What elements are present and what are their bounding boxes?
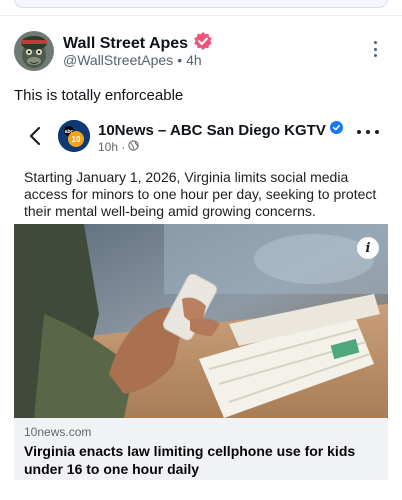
source-name-row: 10News – ABC San Diego KGTV	[98, 121, 343, 139]
source-meta: 10h ·	[98, 140, 139, 154]
meta-separator: •	[177, 52, 183, 68]
link-preview-card[interactable]: 10news.com Virginia enacts law limiting …	[14, 418, 388, 480]
embedded-post-text: Starting January 1, 2026, Virginia limit…	[24, 169, 377, 219]
post-text: This is totally enforceable	[14, 87, 184, 104]
more-vertical-icon[interactable]	[367, 39, 383, 59]
author-name[interactable]: Wall Street Apes	[63, 35, 188, 53]
post-time: 4h	[186, 52, 202, 68]
source-time: 10h ·	[98, 140, 126, 154]
info-icon[interactable]: i	[357, 237, 379, 259]
globe-icon	[128, 140, 139, 154]
source-name[interactable]: 10News – ABC San Diego KGTV	[98, 122, 326, 139]
logo-number-text: 10	[72, 135, 81, 144]
link-domain: 10news.com	[24, 425, 92, 439]
avatar[interactable]	[14, 31, 54, 71]
previous-post-divider	[0, 0, 402, 16]
link-headline[interactable]: Virginia enacts law limiting cellphone u…	[24, 442, 384, 478]
author-meta: @WallStreetApes • 4h	[63, 52, 202, 68]
author-handle[interactable]: @WallStreetApes	[63, 52, 173, 68]
embedded-post[interactable]: abc 10 10News – ABC San Diego KGTV 10h ·	[14, 117, 388, 500]
article-image[interactable]: i	[14, 224, 388, 418]
post[interactable]: Wall Street Apes @WallStreetApes • 4h Th…	[0, 17, 402, 500]
verified-check-icon	[329, 121, 343, 139]
more-horizontal-icon[interactable]	[357, 129, 379, 135]
chevron-left-icon[interactable]	[26, 124, 46, 148]
previous-post-pill	[14, 0, 388, 8]
source-logo[interactable]: abc 10	[58, 120, 90, 152]
